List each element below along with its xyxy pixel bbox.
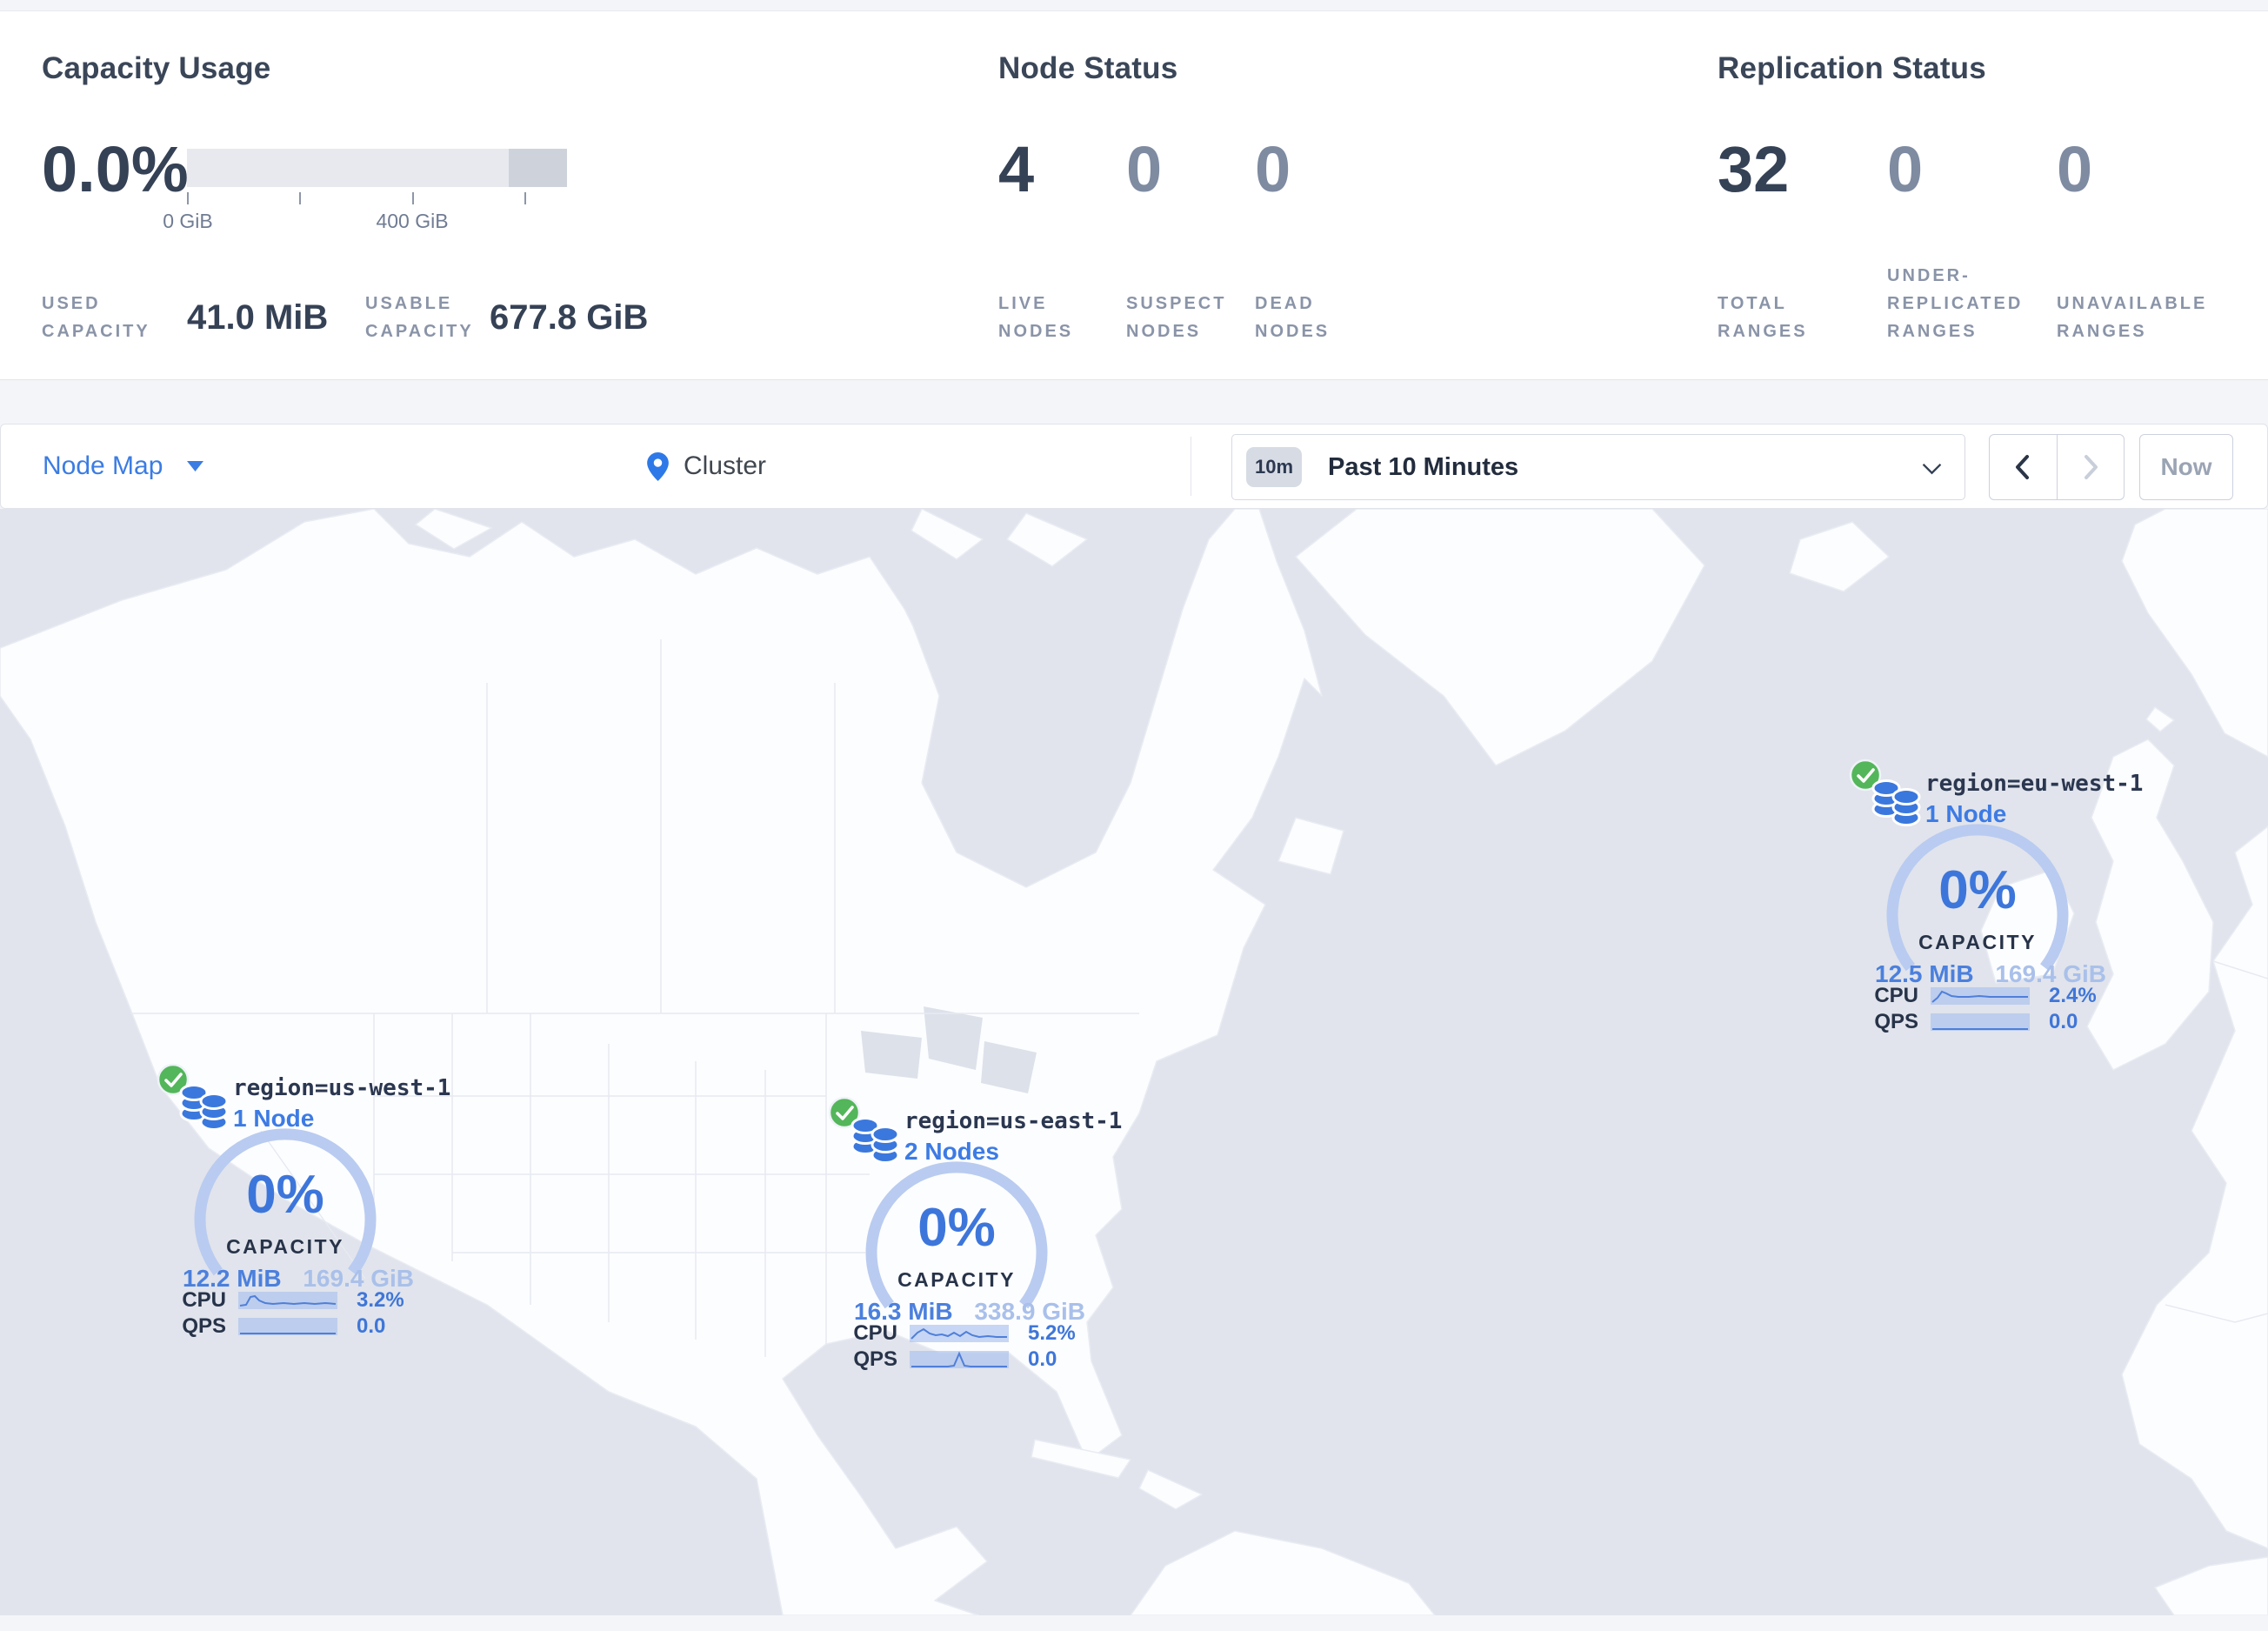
capacity-usage-title: Capacity Usage bbox=[42, 51, 271, 85]
region-cpu-row: CPU 2.4% bbox=[1849, 984, 2110, 1007]
capacity-used-percent: 0.0% bbox=[42, 133, 189, 205]
chevron-left-icon bbox=[2016, 455, 2030, 479]
time-range-badge: 10m bbox=[1246, 447, 1302, 487]
used-capacity-value: 41.0 MiB bbox=[187, 298, 329, 337]
region-qps-row: QPS 0.0 bbox=[1849, 1010, 2110, 1033]
capacity-usage-bar bbox=[187, 149, 567, 187]
region-capacity-label: CAPACITY bbox=[1918, 931, 2037, 953]
cpu-value: 5.2% bbox=[1028, 1321, 1076, 1345]
dead-nodes-count: 0 bbox=[1255, 133, 1291, 205]
capacity-axis-tick bbox=[412, 192, 414, 204]
suspect-nodes-label: SUSPECT NODES bbox=[1126, 294, 1227, 341]
time-prev-button[interactable] bbox=[1990, 435, 2058, 499]
region-marker-eu-west-1[interactable]: region=eu-west-1 1 Node 0% CAPACITY 12.5… bbox=[1849, 759, 2143, 1054]
map-toolbar: Node Map Cluster 10m Past 10 Minutes Now bbox=[0, 424, 2268, 509]
world-map bbox=[0, 509, 2268, 1615]
qps-value: 0.0 bbox=[1028, 1347, 1057, 1371]
suspect-nodes-count: 0 bbox=[1126, 133, 1163, 205]
total-ranges-count: 32 bbox=[1718, 133, 1790, 205]
time-range-label: Past 10 Minutes bbox=[1328, 452, 1519, 481]
time-next-button[interactable] bbox=[2058, 435, 2125, 499]
node-map[interactable]: region=us-west-1 1 Node 0% CAPACITY 12.2… bbox=[0, 509, 2268, 1615]
now-button[interactable]: Now bbox=[2139, 434, 2233, 500]
live-nodes-count: 4 bbox=[998, 133, 1035, 205]
cpu-label: CPU bbox=[853, 1321, 897, 1345]
node-status-title: Node Status bbox=[998, 51, 1178, 85]
qps-label: QPS bbox=[1874, 1010, 1918, 1033]
qps-value: 0.0 bbox=[357, 1314, 386, 1338]
cpu-label: CPU bbox=[182, 1288, 226, 1312]
view-selector-label: Node Map bbox=[43, 451, 163, 480]
capacity-axis-label-0: 0 GiB bbox=[163, 210, 213, 232]
usable-capacity-value: 677.8 GiB bbox=[490, 298, 649, 337]
qps-sparkline bbox=[1931, 1013, 2030, 1031]
region-capacity-percent: 0% bbox=[246, 1165, 324, 1225]
breadcrumb[interactable]: Cluster bbox=[646, 424, 766, 508]
capacity-axis-tick bbox=[187, 192, 189, 204]
region-cpu-row: CPU 5.2% bbox=[828, 1321, 1089, 1345]
cpu-sparkline bbox=[1931, 987, 2030, 1005]
map-pin-icon bbox=[647, 451, 669, 481]
unavailable-ranges-count: 0 bbox=[2057, 133, 2093, 205]
region-capacity-percent: 0% bbox=[917, 1198, 996, 1258]
region-label[interactable]: region=us-west-1 bbox=[233, 1075, 450, 1101]
usable-capacity-label: USABLE CAPACITY bbox=[365, 294, 474, 341]
cluster-summary-panel: Capacity Usage 0.0% 0 GiB 400 GiB USED C… bbox=[0, 10, 2268, 380]
live-nodes-label: LIVE NODES bbox=[998, 294, 1074, 341]
total-ranges-label: TOTAL RANGES bbox=[1718, 294, 1808, 341]
breadcrumb-cluster-label: Cluster bbox=[684, 451, 767, 480]
cpu-value: 2.4% bbox=[2049, 984, 2097, 1007]
qps-label: QPS bbox=[853, 1347, 897, 1371]
used-capacity-label: USED CAPACITY bbox=[42, 294, 150, 341]
region-capacity-label: CAPACITY bbox=[226, 1235, 344, 1258]
capacity-bar-reserved-segment bbox=[509, 149, 567, 187]
cpu-sparkline bbox=[910, 1325, 1009, 1342]
time-nav-buttons bbox=[1989, 434, 2125, 500]
cpu-value: 3.2% bbox=[357, 1288, 404, 1312]
qps-label: QPS bbox=[182, 1314, 226, 1338]
cpu-label: CPU bbox=[1874, 984, 1918, 1007]
capacity-axis-tick bbox=[299, 192, 301, 204]
under-replicated-ranges-count: 0 bbox=[1887, 133, 1924, 205]
region-capacity-percent: 0% bbox=[1938, 860, 2017, 920]
replication-status-title: Replication Status bbox=[1718, 51, 1986, 85]
capacity-axis-tick bbox=[524, 192, 526, 204]
under-replicated-ranges-label: UNDER- REPLICATED RANGES bbox=[1887, 266, 2024, 341]
chevron-right-icon bbox=[2084, 455, 2098, 479]
region-label[interactable]: region=eu-west-1 bbox=[1925, 771, 2143, 797]
dead-nodes-label: DEAD NODES bbox=[1255, 294, 1331, 341]
chevron-down-icon bbox=[1922, 463, 1942, 475]
caret-down-icon bbox=[187, 461, 204, 471]
capacity-axis-label-400: 400 GiB bbox=[376, 210, 449, 232]
qps-sparkline bbox=[238, 1318, 337, 1335]
region-capacity-label: CAPACITY bbox=[897, 1268, 1016, 1291]
region-marker-us-west-1[interactable]: region=us-west-1 1 Node 0% CAPACITY 12.2… bbox=[157, 1063, 450, 1359]
cpu-sparkline bbox=[238, 1292, 337, 1309]
region-label[interactable]: region=us-east-1 bbox=[904, 1108, 1122, 1134]
region-marker-us-east-1[interactable]: region=us-east-1 2 Nodes 0% CAPACITY 16.… bbox=[828, 1096, 1122, 1392]
region-qps-row: QPS 0.0 bbox=[828, 1347, 1089, 1371]
unavailable-ranges-label: UNAVAILABLE RANGES bbox=[2057, 294, 2208, 341]
cluster-overview-page: Capacity Usage 0.0% 0 GiB 400 GiB USED C… bbox=[0, 0, 2268, 1631]
time-range-selector[interactable]: 10m Past 10 Minutes bbox=[1231, 434, 1965, 500]
region-qps-row: QPS 0.0 bbox=[157, 1314, 417, 1338]
qps-value: 0.0 bbox=[2049, 1010, 2078, 1033]
view-selector-dropdown[interactable]: Node Map bbox=[43, 424, 204, 508]
qps-sparkline bbox=[910, 1351, 1009, 1368]
region-cpu-row: CPU 3.2% bbox=[157, 1288, 417, 1312]
